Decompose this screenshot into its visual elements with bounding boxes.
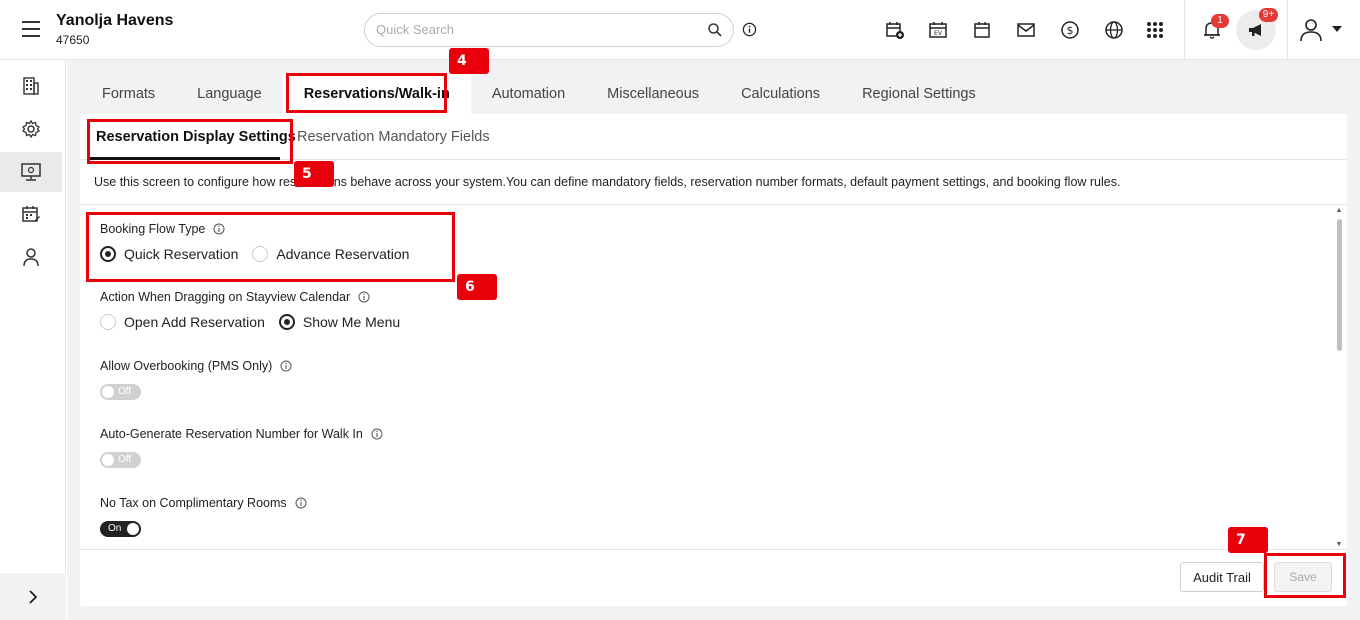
toggle-knob <box>127 523 139 535</box>
settings-list: Booking Flow Type Quick Reservation Adva… <box>80 205 1347 549</box>
gear-icon <box>22 119 40 139</box>
calendar-icon[interactable] <box>971 19 993 41</box>
announcement-badge: 9+ <box>1259 8 1278 22</box>
user-menu[interactable] <box>1298 17 1348 43</box>
setting-label: Allow Overbooking (PMS Only) <box>100 359 273 373</box>
active-subtab-indicator <box>90 157 280 160</box>
quick-search <box>364 13 734 47</box>
radio-button-selected[interactable] <box>278 314 295 330</box>
step-marker-4: 4 <box>449 48 489 74</box>
tab-language[interactable]: Language <box>176 74 283 114</box>
apps-grid-icon[interactable] <box>1144 19 1166 41</box>
overbooking-toggle[interactable]: Off <box>100 384 141 400</box>
setting-booking-flow-type: Booking Flow Type Quick Reservation Adva… <box>100 222 423 262</box>
subtab-reservation-mandatory-fields[interactable]: Reservation Mandatory Fields <box>297 114 490 160</box>
info-icon[interactable] <box>371 428 383 440</box>
megaphone-icon <box>1249 24 1261 36</box>
setting-label: No Tax on Complimentary Rooms <box>100 496 287 510</box>
sidebar-item-property[interactable] <box>0 66 62 106</box>
building-icon <box>23 77 39 95</box>
hamburger-menu-icon[interactable] <box>22 21 40 37</box>
calendar-edit-icon <box>22 206 40 222</box>
info-icon[interactable] <box>358 291 370 303</box>
radio-open-add-reservation[interactable]: Open Add Reservation <box>100 314 265 330</box>
toggle-state: Off <box>118 386 132 397</box>
person-icon <box>23 248 39 267</box>
scrollbar[interactable]: ▲ ▼ <box>1335 207 1343 549</box>
tab-miscellaneous[interactable]: Miscellaneous <box>586 74 720 114</box>
toggle-state: Off <box>118 454 132 465</box>
hotel-name: Yanolja Havens <box>56 12 174 29</box>
svg-text:EV: EV <box>934 30 943 37</box>
info-icon[interactable] <box>280 360 292 372</box>
radio-button[interactable] <box>100 314 116 330</box>
radio-label: Advance Reservation <box>276 246 410 262</box>
notification-badge: 1 <box>1211 14 1229 28</box>
auto-generate-toggle[interactable]: Off <box>100 452 141 468</box>
tab-regional-settings[interactable]: Regional Settings <box>841 74 997 114</box>
sidebar <box>0 60 66 620</box>
event-calendar-icon[interactable]: EV <box>927 19 949 41</box>
subtabs: Reservation Display Settings Reservation… <box>80 114 1347 160</box>
toggle-state: On <box>108 523 122 534</box>
toggle-knob <box>102 454 114 466</box>
settings-tabs: Formats Language Reservations/Walk-in Au… <box>81 74 997 114</box>
monitor-icon <box>21 163 41 181</box>
radio-label: Open Add Reservation <box>124 314 265 330</box>
sidebar-item-display[interactable] <box>0 152 62 192</box>
tab-reservations-walk-in[interactable]: Reservations/Walk-in <box>282 74 471 114</box>
info-icon[interactable] <box>213 223 225 235</box>
tab-automation[interactable]: Automation <box>471 74 586 114</box>
step-marker-7: 7 <box>1228 527 1268 553</box>
search-icon[interactable] <box>707 22 723 38</box>
save-button[interactable]: Save <box>1274 562 1332 592</box>
toggle-knob <box>102 386 114 398</box>
sidebar-expand-button[interactable] <box>0 573 66 620</box>
mail-icon[interactable] <box>1015 19 1037 41</box>
user-icon <box>1300 19 1322 42</box>
no-tax-toggle[interactable]: On <box>100 521 141 537</box>
sidebar-item-settings[interactable] <box>0 109 62 149</box>
globe-icon[interactable] <box>1103 19 1125 41</box>
setting-label: Auto-Generate Reservation Number for Wal… <box>100 427 363 441</box>
settings-panel: Reservation Display Settings Reservation… <box>80 114 1347 606</box>
top-bar: Yanolja Havens 47650 EV $ 1 9+ <box>0 0 1360 60</box>
scroll-thumb[interactable] <box>1337 219 1342 351</box>
setting-label: Action When Dragging on Stayview Calenda… <box>100 290 351 304</box>
radio-button-selected[interactable] <box>100 246 116 262</box>
sidebar-item-calendar[interactable] <box>0 194 62 234</box>
sidebar-item-users[interactable] <box>0 237 62 277</box>
chevron-right-icon <box>29 589 38 604</box>
step-marker-6: 6 <box>457 274 497 300</box>
svg-text:$: $ <box>1067 24 1074 37</box>
scroll-down-arrow-icon[interactable]: ▼ <box>1335 541 1343 549</box>
radio-label: Show Me Menu <box>302 314 401 330</box>
info-icon[interactable] <box>742 22 757 37</box>
chevron-down-icon <box>1332 26 1342 32</box>
radio-show-me-menu[interactable]: Show Me Menu <box>278 314 401 330</box>
scroll-up-arrow-icon[interactable]: ▲ <box>1335 207 1343 215</box>
search-input[interactable] <box>376 22 696 37</box>
page-description: Use this screen to configure how reserva… <box>94 175 1121 189</box>
radio-button[interactable] <box>252 246 269 262</box>
setting-no-tax-complimentary: No Tax on Complimentary Rooms On <box>100 496 307 537</box>
radio-label: Quick Reservation <box>124 246 239 262</box>
radio-advance-reservation[interactable]: Advance Reservation <box>252 246 409 262</box>
main-content: Formats Language Reservations/Walk-in Au… <box>67 60 1360 620</box>
audit-trail-button[interactable]: Audit Trail <box>1180 562 1264 592</box>
setting-label: Booking Flow Type <box>100 222 206 236</box>
dollar-icon[interactable]: $ <box>1059 19 1081 41</box>
setting-auto-generate-number: Auto-Generate Reservation Number for Wal… <box>100 427 383 468</box>
setting-allow-overbooking: Allow Overbooking (PMS Only) Off <box>100 359 292 400</box>
add-reservation-icon[interactable] <box>884 19 906 41</box>
divider <box>80 549 1347 550</box>
setting-drag-action: Action When Dragging on Stayview Calenda… <box>100 290 414 330</box>
info-icon[interactable] <box>295 497 307 509</box>
tab-calculations[interactable]: Calculations <box>720 74 841 114</box>
subtab-reservation-display-settings[interactable]: Reservation Display Settings <box>96 114 296 160</box>
tab-formats[interactable]: Formats <box>81 74 176 114</box>
step-marker-5: 5 <box>294 161 334 187</box>
radio-quick-reservation[interactable]: Quick Reservation <box>100 246 238 262</box>
hotel-id: 47650 <box>56 33 90 47</box>
